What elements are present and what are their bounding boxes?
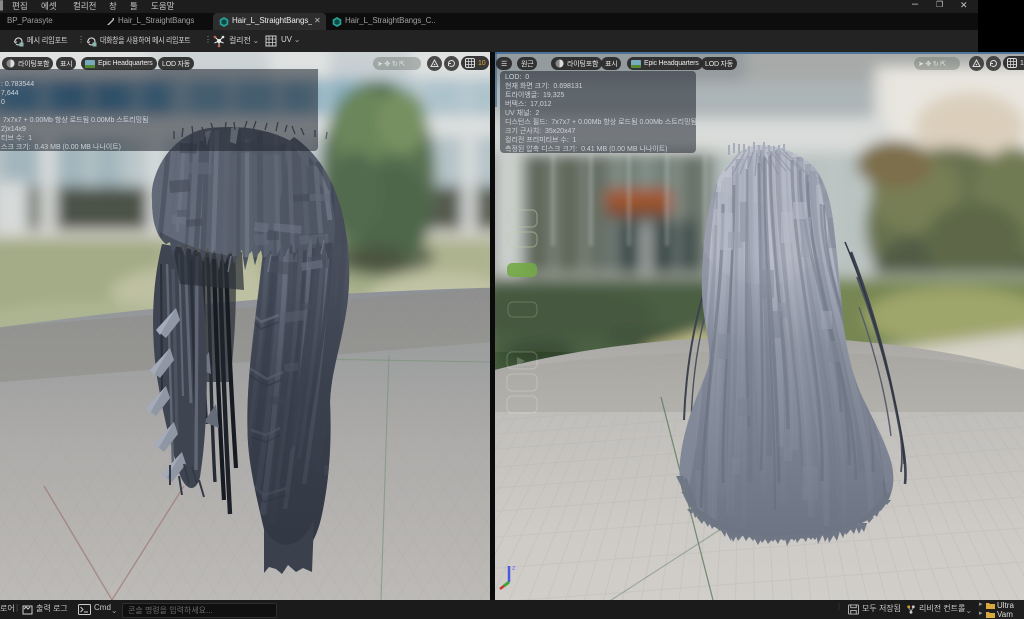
svg-text:z: z [512,565,516,572]
